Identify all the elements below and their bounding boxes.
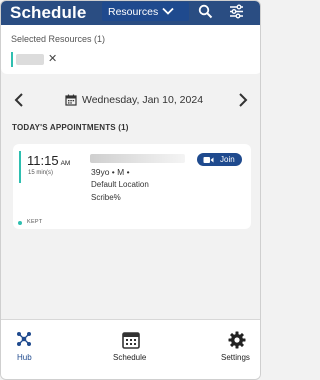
gear-icon [228, 331, 246, 349]
chip-accent-bar [11, 52, 13, 67]
date-navigator: Wednesday, Jan 10, 2024 [1, 90, 260, 110]
patient-name-redacted [90, 154, 185, 163]
appointment-status: KEPT [27, 219, 43, 225]
appointment-card[interactable]: 11:15 AM 15 min(s) 39yo • M • Default Loc… [13, 144, 251, 229]
appointment-duration: 15 min(s) [28, 170, 54, 176]
resources-label: Resources [108, 5, 159, 18]
patient-demographics: 39yo • M • [91, 167, 130, 177]
selected-resources-panel: Selected Resources (1) ✕ [1, 25, 260, 74]
resources-dropdown[interactable]: Resources [102, 2, 189, 21]
join-label: Join [220, 155, 235, 164]
app-title: Schedule [10, 3, 87, 22]
chevron-left-icon[interactable] [13, 92, 25, 108]
search-icon[interactable] [198, 4, 213, 19]
calendar-icon [122, 332, 140, 349]
chevron-down-icon [162, 7, 174, 15]
tab-hub-label: Hub [17, 353, 32, 362]
video-camera-icon [203, 156, 214, 163]
resource-chip[interactable]: ✕ [11, 52, 61, 67]
time-value: 11:15 [27, 153, 59, 168]
appointment-scribe: Scribe% [91, 193, 121, 202]
tab-hub[interactable]: Hub [1, 320, 47, 379]
app-frame: Schedule Resources Selected Resources (1… [0, 0, 261, 380]
appointment-location: Default Location [91, 180, 149, 189]
tab-settings-label: Settings [221, 353, 250, 362]
resource-name-redacted [16, 54, 44, 65]
hub-icon [17, 332, 31, 346]
app-header: Schedule Resources [1, 1, 260, 25]
tab-schedule-label: Schedule [113, 353, 147, 362]
tab-settings[interactable]: Settings [215, 320, 260, 379]
current-date: Wednesday, Jan 10, 2024 [82, 94, 204, 106]
bottom-nav: Hub Schedule Settings [1, 319, 260, 379]
status-dot [18, 221, 22, 225]
time-accent-bar [19, 151, 21, 183]
remove-chip-icon[interactable]: ✕ [48, 54, 57, 65]
join-video-button[interactable]: Join [197, 153, 242, 166]
calendar-icon [65, 94, 77, 106]
date-picker[interactable]: Wednesday, Jan 10, 2024 [65, 92, 203, 108]
appointment-time: 11:15 AM [27, 153, 70, 168]
filter-sliders-icon[interactable] [229, 4, 244, 19]
selected-resources-title: Selected Resources (1) [11, 34, 106, 44]
chevron-right-icon[interactable] [237, 92, 249, 108]
time-ampm: AM [60, 160, 71, 167]
appointments-heading: TODAY'S APPOINTMENTS (1) [12, 123, 129, 132]
tab-schedule[interactable]: Schedule [101, 320, 163, 379]
